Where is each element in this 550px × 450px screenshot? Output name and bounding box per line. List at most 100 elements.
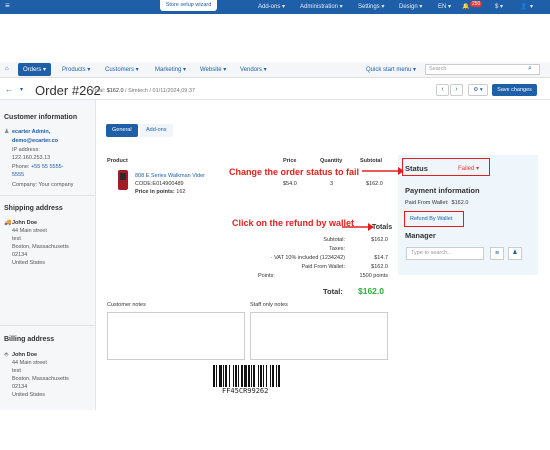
billing-line: 02134 xyxy=(12,384,28,390)
staff-notes-textarea[interactable] xyxy=(250,312,388,360)
totals-heading: Totals xyxy=(372,224,393,231)
subtotal-value: $162.0 xyxy=(371,237,388,243)
barcode-bar xyxy=(235,365,237,387)
back-arrow-icon[interactable]: ← xyxy=(5,85,13,94)
column-header-quantity: Quantity xyxy=(320,158,343,164)
shipping-line: 44 Main street xyxy=(12,228,47,234)
notifications-badge: 250 xyxy=(470,1,483,7)
refund-arrow xyxy=(342,223,374,231)
customer-notes-textarea[interactable] xyxy=(107,312,245,360)
top-navigation-bar: ≡ Store setup wizard Add-ons ▾ Administr… xyxy=(0,0,550,14)
billing-line: 44 Main street xyxy=(12,360,47,366)
barcode-bar xyxy=(233,365,234,387)
column-header-product: Product xyxy=(107,158,128,164)
currency-selector[interactable]: $ ▾ xyxy=(495,3,503,10)
column-header-subtotal: Subtotal xyxy=(360,158,382,164)
user-icon[interactable]: ♟ xyxy=(508,247,522,260)
customer-name-link[interactable]: ecarter Admin, xyxy=(12,129,50,137)
subtotal-label: Subtotal: xyxy=(323,237,345,243)
barcode-text: FF45CR99262 xyxy=(222,387,269,395)
order-total-label: Total: xyxy=(323,287,343,296)
order-summary-meta: Total: $162.0 / Simtech / 01/11/2024,09:… xyxy=(92,88,195,94)
barcode-bar xyxy=(251,365,252,387)
barcode-bar xyxy=(248,365,250,387)
menu-website[interactable]: Website ▾ xyxy=(200,66,226,73)
barcode-bar xyxy=(213,365,215,387)
user-icon[interactable]: 👤 xyxy=(520,3,527,10)
search-icon[interactable]: ⌕ xyxy=(528,65,532,73)
save-changes-button[interactable]: Save changes xyxy=(492,84,537,96)
points-label: Price in points: xyxy=(135,189,175,195)
search-input[interactable]: Search xyxy=(425,64,540,75)
shipping-line: Boston, Massachusetts xyxy=(12,244,69,250)
administration-menu[interactable]: Administration ▾ xyxy=(300,3,343,10)
barcode-image xyxy=(213,365,280,387)
product-image[interactable] xyxy=(118,170,128,190)
paid-from-wallet-value: $162.0 xyxy=(371,264,388,270)
barcode-bar xyxy=(272,365,274,387)
barcode-bar xyxy=(223,365,224,387)
phone-link[interactable]: +55 55 5555- xyxy=(31,164,64,170)
product-code: CODE:E014900489 xyxy=(135,181,184,187)
bell-icon[interactable]: 🔔 xyxy=(462,3,469,10)
design-menu[interactable]: Design ▾ xyxy=(399,3,422,10)
barcode-bar xyxy=(219,365,222,387)
product-name-link[interactable]: 808 E Series Walkman Vider xyxy=(135,173,205,179)
barcode-bar xyxy=(229,365,230,387)
barcode-bar xyxy=(225,365,227,387)
barcode-bar xyxy=(253,365,255,387)
shipping-address-heading: Shipping address xyxy=(4,205,63,212)
next-order-button[interactable]: › xyxy=(450,84,463,96)
tab-addons[interactable]: Add-ons xyxy=(140,124,173,137)
language-selector[interactable]: EN ▾ xyxy=(438,3,451,10)
store-setup-wizard-button[interactable]: Store setup wizard xyxy=(160,0,217,11)
barcode-bar xyxy=(266,365,267,387)
billing-address-heading: Billing address xyxy=(4,336,55,343)
list-icon[interactable]: ≡ xyxy=(490,247,504,260)
refund-highlight-box xyxy=(404,211,464,227)
total-label: Total: xyxy=(92,88,106,94)
paid-from-wallet-info: Paid From Wallet: $162.0 xyxy=(405,200,469,206)
home-icon[interactable]: ⌂ xyxy=(5,66,9,72)
chevron-down-icon[interactable]: ▾ xyxy=(20,86,23,93)
gear-icon[interactable]: ⚙ ▾ xyxy=(468,84,488,96)
menu-orders[interactable]: Orders ▾ xyxy=(18,63,52,76)
hamburger-icon[interactable]: ≡ xyxy=(5,1,10,10)
quick-start-menu[interactable]: Quick start menu ▾ xyxy=(366,66,416,73)
menu-customers[interactable]: Customers ▾ xyxy=(105,66,139,73)
user-menu-caret[interactable]: ▾ xyxy=(530,3,533,10)
refund-annotation: Click on the refund by wallet xyxy=(232,218,355,228)
page-title: Order #262 xyxy=(35,83,101,98)
company-text: Company: Your company xyxy=(12,182,74,188)
barcode-bar xyxy=(278,365,280,387)
vat-value: $14.7 xyxy=(374,255,388,261)
barcode-bar xyxy=(260,365,262,387)
barcode-bar xyxy=(258,365,259,387)
phone-continuation[interactable]: 5555 xyxy=(12,172,24,180)
manager-search-input[interactable]: Type to search... xyxy=(406,247,484,260)
sidebar-divider xyxy=(0,325,96,326)
settings-menu[interactable]: Settings ▾ xyxy=(358,3,384,10)
barcode-bar xyxy=(263,365,264,387)
customer-information-heading: Customer information xyxy=(4,114,78,121)
product-subtotal: $162.0 xyxy=(366,181,383,187)
tab-general[interactable]: General xyxy=(106,124,138,137)
shipping-line: 02134 xyxy=(12,252,28,258)
previous-order-button[interactable]: ‹ xyxy=(436,84,449,96)
shipping-name: John Doe xyxy=(12,220,38,226)
barcode-bar xyxy=(241,365,243,387)
tag-icon: ⬘ xyxy=(4,352,9,358)
customer-email-link[interactable]: demo@ecarter.co xyxy=(12,138,58,146)
phone-row: Phone: +55 55 5555- xyxy=(12,164,64,172)
addons-menu[interactable]: Add-ons ▾ xyxy=(258,3,285,10)
menu-vendors[interactable]: Vendors ▾ xyxy=(240,66,267,73)
points-label: Points: xyxy=(258,273,275,279)
menu-products[interactable]: Products ▾ xyxy=(62,66,90,73)
barcode-bar xyxy=(244,365,247,387)
order-meta: / Simtech / 01/11/2024,09:37 xyxy=(125,88,195,94)
ip-address: 122.160.253.13 xyxy=(12,155,51,161)
truck-icon: 🚚 xyxy=(4,220,12,226)
menu-marketing[interactable]: Marketing ▾ xyxy=(155,66,186,73)
phone-label: Phone: xyxy=(12,164,30,170)
billing-line: test xyxy=(12,368,21,374)
